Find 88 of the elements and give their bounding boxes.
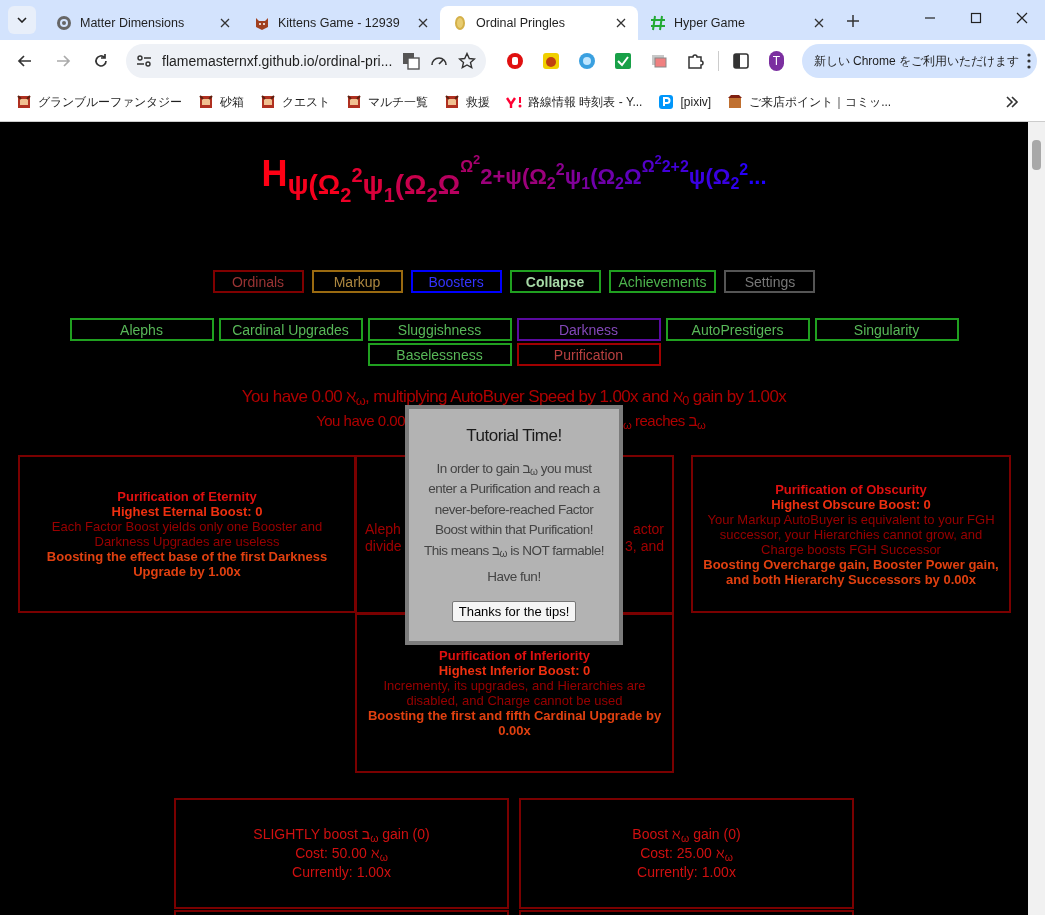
maximize-icon[interactable] [970, 12, 982, 24]
close-icon[interactable] [418, 18, 428, 28]
reward-text: Boosting Overcharge gain, Booster Power gain, and both Hierarchy Successors by 0.00x [702, 556, 1000, 587]
browser-tab[interactable]: Hyper Game [638, 6, 836, 40]
sub-tab[interactable]: Purification [516, 343, 661, 366]
sub-tab[interactable]: Cardinal Upgrades [218, 318, 363, 341]
address-bar[interactable]: flamemasternxf.github.io/ordinal-pri... [126, 44, 487, 78]
effect-text: actor [632, 520, 664, 538]
effect-text: 3, and [625, 537, 664, 555]
disc-icon [56, 15, 72, 31]
main-tab[interactable]: Markup [311, 270, 403, 293]
update-chrome-button[interactable]: 新しい Chrome をご利用いただけます [801, 44, 1037, 78]
sprite-icon [16, 93, 32, 110]
tab-search-button[interactable] [8, 6, 36, 34]
reward-text: Boosting the first and fifth Cardinal Upgrade by 0.00x [366, 708, 663, 738]
p-logo-icon [658, 93, 675, 110]
translate-icon[interactable] [402, 52, 421, 70]
hash-icon [650, 15, 666, 31]
bookmark[interactable]: 救援 [438, 87, 496, 116]
checkbox-icon[interactable] [614, 52, 633, 70]
sub-tab[interactable]: Darkness [516, 318, 661, 341]
chip-icon [452, 15, 468, 31]
upgrade-card[interactable]: Boost ℵ$_{ω}$ gain (0) Cost: 25.00 ℵ$_{ω}$ Currently: 1.00x [519, 798, 854, 909]
kebab-menu-icon [1027, 53, 1031, 69]
url-text: flamemasternxf.github.io/ordinal-pri... [162, 51, 393, 71]
sub-tab[interactable]: AutoPrestigers [665, 318, 810, 341]
shop-icon [727, 93, 744, 110]
best-boost: Highest Inferior Boost: 0 [438, 663, 591, 678]
bookmark[interactable]: ご来店ポイント｜コミッ... [721, 87, 898, 116]
effect-text: Incrementy, its upgrades, and Hierarchies are disabled, and Charge cannot be used [382, 678, 647, 708]
sprite-icon [346, 93, 362, 110]
purification-card[interactable]: Purification of Eternity Highest Eternal Boost: 0 Each Factor Boost yields only one Booster and Darkness Upgrades are useless Boosting the effect base of the first Darkness Upgrade by 1.00x [18, 455, 356, 613]
card-title: Purification of Obscurity [775, 481, 927, 497]
purification-card[interactable] [691, 455, 1011, 613]
main-tab[interactable]: Achievements [608, 270, 717, 293]
browser-tab[interactable]: Kittens Game - 12939 [242, 6, 440, 40]
site-settings-icon[interactable] [136, 54, 152, 68]
bookmark[interactable]: グランブルーファンタジー [10, 87, 188, 116]
star-icon[interactable] [458, 52, 477, 70]
dialog-title: Tutorial Time! [466, 425, 562, 447]
browser-tab[interactable]: Matter Dimensions [44, 6, 242, 40]
main-tab[interactable]: Collapse [509, 270, 601, 293]
best-boost: Highest Obscure Boost: 0 [771, 496, 931, 512]
best-boost: Highest Eternal Boost: 0 [111, 504, 263, 519]
close-icon[interactable] [1016, 12, 1028, 24]
effect-text: Each Factor Boost yields only one Booster and Darkness Upgrades are useless [50, 519, 324, 549]
caret-icon [17, 17, 27, 23]
reward-text: Boosting the effect base of the first Darkness Upgrade by 1.00x [45, 549, 329, 579]
tab-title: Kittens Game - 12939 [278, 14, 401, 32]
bookmark[interactable]: [pixiv] [652, 87, 718, 116]
sprite-icon [198, 93, 214, 110]
main-tab[interactable]: Settings [724, 270, 816, 293]
close-icon[interactable] [220, 18, 230, 28]
effect-text: Aleph [365, 520, 401, 538]
reload-icon[interactable] [92, 52, 110, 70]
tab-title: Hyper Game [674, 14, 746, 32]
tab-title: Matter Dimensions [80, 14, 186, 32]
effect-text: divide [365, 537, 402, 555]
browser-tab[interactable]: Ordinal Pringles [440, 6, 638, 40]
close-icon[interactable] [814, 18, 824, 28]
close-icon[interactable] [616, 18, 626, 28]
sub-tab[interactable]: Sluggishness [367, 318, 512, 341]
sprite-icon [444, 93, 460, 110]
profile-avatar[interactable]: T [769, 51, 784, 71]
sub-tab[interactable]: Alephs [69, 318, 214, 341]
bookmark[interactable]: 路線情報 時刻表 - Y... [500, 87, 649, 116]
bookmark[interactable]: クエスト [254, 87, 336, 116]
thanks-button[interactable]: Thanks for the tips! [451, 601, 577, 623]
side-panel-icon[interactable] [733, 53, 750, 69]
aleph-summary: You have 0.00 ℵ$_{ω}$, multiplying AutoBuyer Speed by 1.00x and ℵ$_{0}$ gain by 1.00x [241, 386, 787, 408]
dialog-text: Have fun! [487, 568, 541, 586]
scrollbar[interactable] [1028, 122, 1045, 915]
chevron-double-icon[interactable] [1005, 95, 1019, 108]
card-title: Purification of Inferiority [439, 648, 590, 663]
sub-tab[interactable]: Baselessness [367, 343, 512, 366]
puzzle-icon[interactable] [686, 52, 705, 70]
bookmark[interactable]: マルチ一覧 [340, 87, 434, 116]
cat-icon [254, 15, 270, 31]
bookmark[interactable]: 砂箱 [192, 87, 250, 116]
effect-text: Your Markup AutoBuyer is equivalent to your FGH successor, your Hierarchies cannot grow, and Charge boosts FGH Successor [706, 511, 996, 557]
sprite-icon [260, 93, 276, 110]
tab-title: Ordinal Pringles [476, 14, 566, 32]
sub-tab[interactable]: Singularity [814, 318, 959, 341]
progress-text: You have 0.00 [315, 411, 405, 431]
windows-icon[interactable] [650, 52, 669, 70]
scrollbar-thumb[interactable] [1032, 140, 1041, 170]
new-tab-icon[interactable] [846, 14, 860, 28]
card-title: Purification of Eternity [117, 489, 257, 504]
